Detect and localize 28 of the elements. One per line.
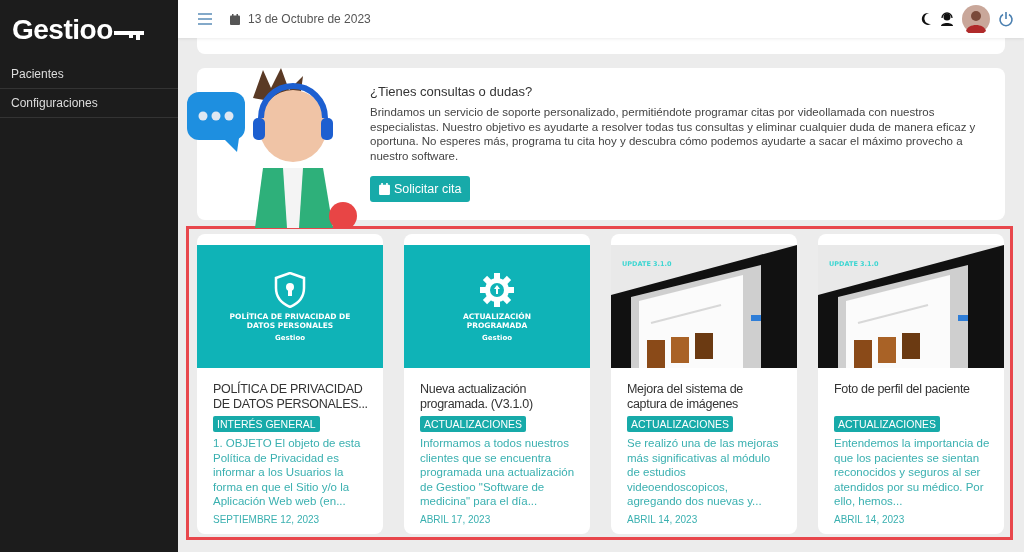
post-title[interactable]: POLÍTICA DE PRIVACIDAD DE DATOS PERSONALES... xyxy=(213,382,369,412)
post-date: ABRIL 14, 2023 xyxy=(834,514,905,525)
post-excerpt: Informamos a todos nuestros clientes que se encuentra programada una actualización de Gestioo "Software de medicina" para el día... xyxy=(420,436,576,508)
post-excerpt: Se realizó una de las mejoras más significativas al módulo de estudios videoendoscopicos, agregando dos nuevas y... xyxy=(627,436,780,508)
sidebar-item[interactable]: Configuraciones xyxy=(0,89,178,118)
calendar-icon xyxy=(379,183,390,195)
post-excerpt: 1. OBJETO El objeto de esta Política de Privacidad es informar a los Usuarios la forma en que el Sitio y/o la Aplicación Web web (en... xyxy=(213,436,362,508)
support-title: ¿Tienes consultas o dudas? xyxy=(370,84,534,99)
post-card[interactable] xyxy=(818,234,1004,534)
moon-icon[interactable] xyxy=(920,12,932,26)
post-excerpt: Entendemos la importancia de que los pacientes se sientan reconocidos y seguros al ser atendidos por su médico. Por ello, hemos... xyxy=(834,436,990,508)
post-title[interactable]: Foto de perfil del paciente xyxy=(834,382,970,412)
post-date: ABRIL 17, 2023 xyxy=(420,514,491,525)
power-icon[interactable] xyxy=(998,11,1014,27)
current-date: 13 de Octubre de 2023 xyxy=(248,12,371,26)
support-agent-icon[interactable] xyxy=(940,12,954,26)
post-date: ABRIL 14, 2023 xyxy=(627,514,698,525)
support-text: Brindamos un servicio de soporte personalizado, permitiéndote programar citas por videollamada con nuestros especialistas. Nuestro objetivo es ayudarte a resolver todas tus consultas y eliminar cualquier duda de manera eficaz y oportuna. No esperes más, programa tu cita hoy y descubra cómo podemos ayudarte a sacar el máximo provecho a nuestro software. xyxy=(370,105,977,163)
post-title[interactable]: Nueva actualización programada. (V3.1.0) xyxy=(420,382,576,412)
post-title[interactable]: Mejora del sistema de captura de imágenes xyxy=(627,382,783,412)
gear-icon xyxy=(479,271,515,308)
avatar[interactable] xyxy=(962,5,990,33)
post-date: SEPTIEMBRE 12, 2023 xyxy=(213,514,320,525)
logo[interactable]: Gestioo xyxy=(12,14,113,46)
shield-lock-icon xyxy=(274,271,306,308)
calendar-icon xyxy=(230,13,240,25)
post-card[interactable] xyxy=(611,234,797,534)
sidebar-item[interactable]: Pacientes xyxy=(0,60,178,89)
